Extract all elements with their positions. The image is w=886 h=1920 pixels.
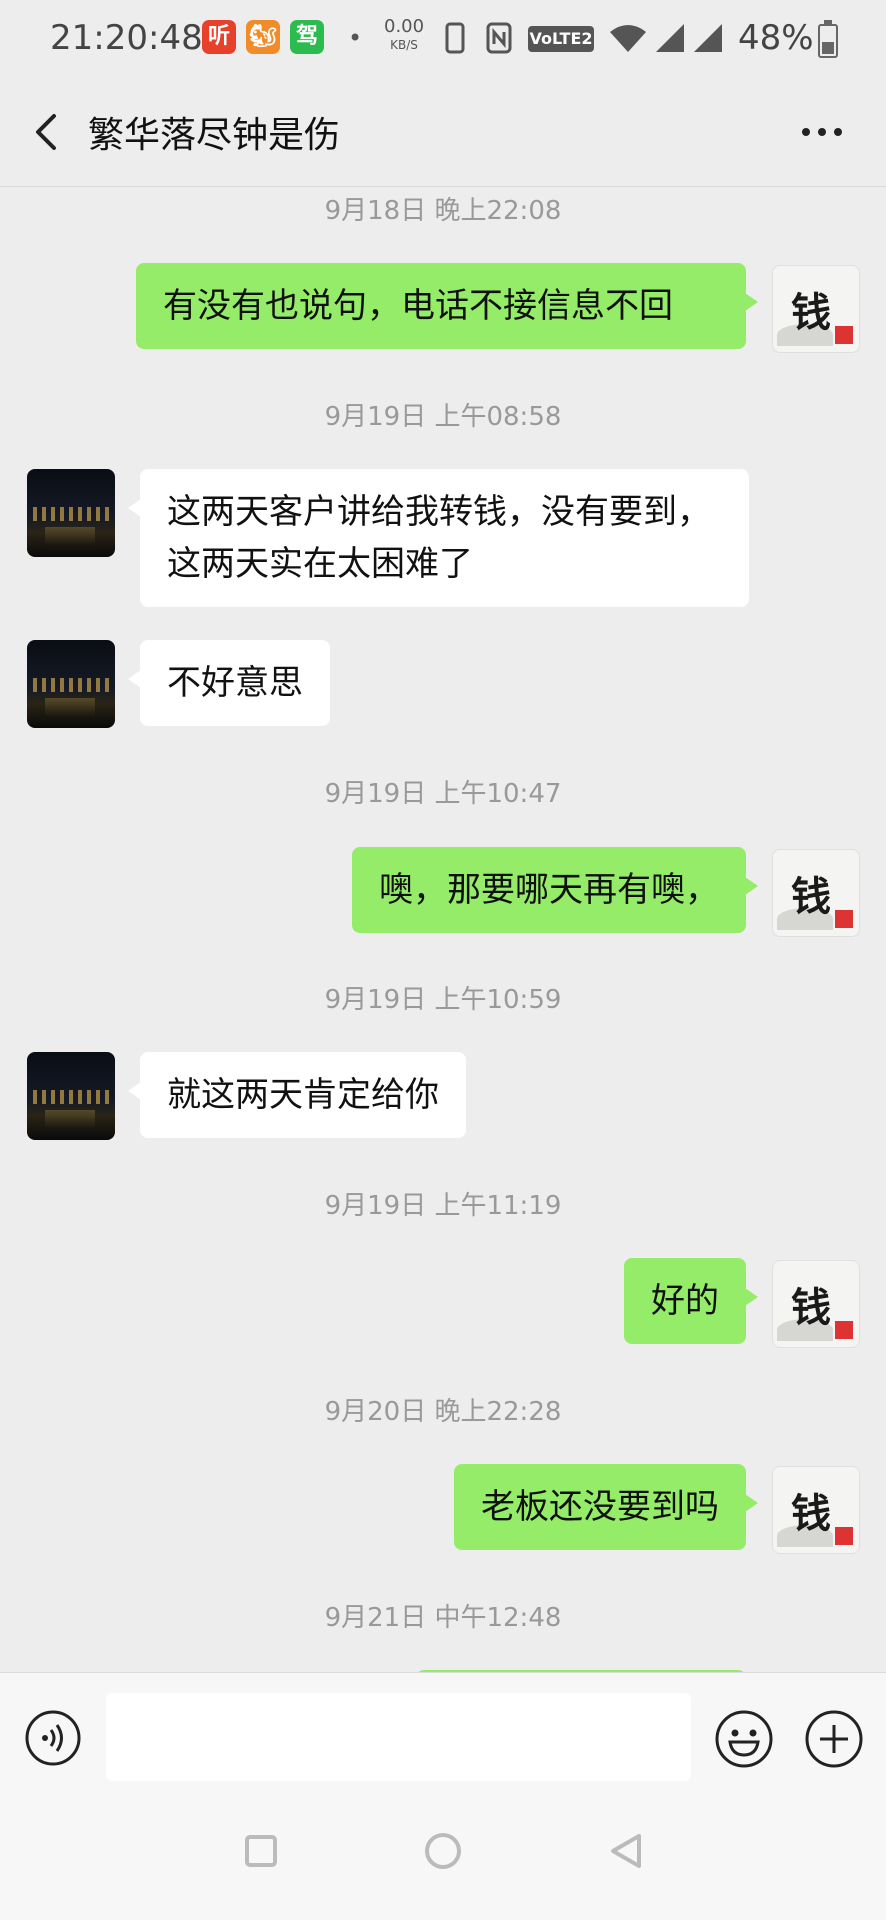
contact-avatar[interactable] [27, 1052, 115, 1140]
emoji-icon[interactable] [714, 1709, 774, 1769]
network-speed: 0.00 KB/S [384, 18, 424, 54]
jiakao-app-icon: 驾 [290, 20, 324, 54]
timestamp: 9月19日 上午10:59 [324, 985, 562, 1015]
status-time: 21:20:48 [50, 18, 203, 58]
my-avatar-char: 钱 [791, 873, 831, 920]
my-avatar[interactable]: 钱 [772, 265, 860, 353]
my-avatar-char: 钱 [791, 289, 831, 336]
message-input[interactable] [106, 1693, 691, 1781]
outgoing-message[interactable]: 噢，那要哪天再有噢， [352, 847, 758, 933]
status-bar: 21:20:48 听 🐿 驾 • 0.00 KB/S VoLTE2 48% [0, 0, 886, 78]
network-speed-value: 0.00 [384, 16, 425, 37]
outgoing-message[interactable]: 有没有也说句，电话不接信息不回 [136, 263, 758, 349]
chat-title: 繁华落尽钟是伤 [88, 115, 341, 156]
incoming-message[interactable]: 就这两天肯定给你 [128, 1052, 466, 1138]
chat-header: 繁华落尽钟是伤 [0, 78, 886, 187]
timestamp: 9月21日 中午12:48 [324, 1603, 562, 1633]
ting-app-icon: 听 [202, 20, 236, 54]
squirrel-app-icon: 🐿 [246, 20, 280, 54]
battery-icon [818, 20, 838, 58]
battery-percent: 48% [738, 18, 814, 58]
input-bar [0, 1672, 886, 1791]
signal-1-icon [656, 24, 684, 52]
network-speed-unit: KB/S [390, 38, 418, 52]
back-arrow-icon[interactable] [28, 110, 72, 154]
timestamp: 9月19日 上午10:47 [324, 779, 562, 809]
incoming-message[interactable]: 这两天客户讲给我转钱，没有要到，这两天实在太困难了 [128, 469, 749, 607]
signal-2-icon [694, 24, 722, 52]
my-avatar-char: 钱 [791, 1490, 831, 1537]
my-avatar[interactable]: 钱 [772, 1260, 860, 1348]
outgoing-message[interactable]: 好的 [624, 1258, 758, 1344]
timestamp: 9月19日 上午08:58 [324, 402, 562, 432]
voice-input-icon[interactable] [24, 1709, 82, 1767]
volte-badge: VoLTE2 [528, 26, 594, 52]
notification-dot-icon: • [348, 24, 363, 52]
message-list[interactable]: 9月18日 晚上22:08 有没有也说句，电话不接信息不回 钱 9月19日 上午… [0, 186, 886, 1672]
wifi-icon [610, 25, 646, 52]
outgoing-message[interactable]: 老板还没要到吗 [454, 1464, 758, 1550]
timestamp: 9月18日 晚上22:08 [324, 196, 562, 226]
timestamp: 9月20日 晚上22:28 [324, 1397, 562, 1427]
incoming-message[interactable]: 不好意思 [128, 640, 330, 726]
back-nav-icon[interactable] [608, 1832, 644, 1870]
plus-icon[interactable] [804, 1709, 864, 1769]
home-icon[interactable] [424, 1832, 462, 1870]
my-avatar-char: 钱 [791, 1284, 831, 1331]
contact-avatar[interactable] [27, 469, 115, 557]
more-options-icon[interactable] [798, 114, 846, 150]
vibrate-icon [445, 22, 465, 54]
my-avatar[interactable]: 钱 [772, 849, 860, 937]
my-avatar[interactable]: 钱 [772, 1466, 860, 1554]
timestamp: 9月19日 上午11:19 [324, 1191, 562, 1221]
system-navigation-bar [0, 1790, 886, 1920]
nfc-icon [486, 22, 512, 54]
recent-apps-icon[interactable] [244, 1834, 278, 1868]
contact-avatar[interactable] [27, 640, 115, 728]
